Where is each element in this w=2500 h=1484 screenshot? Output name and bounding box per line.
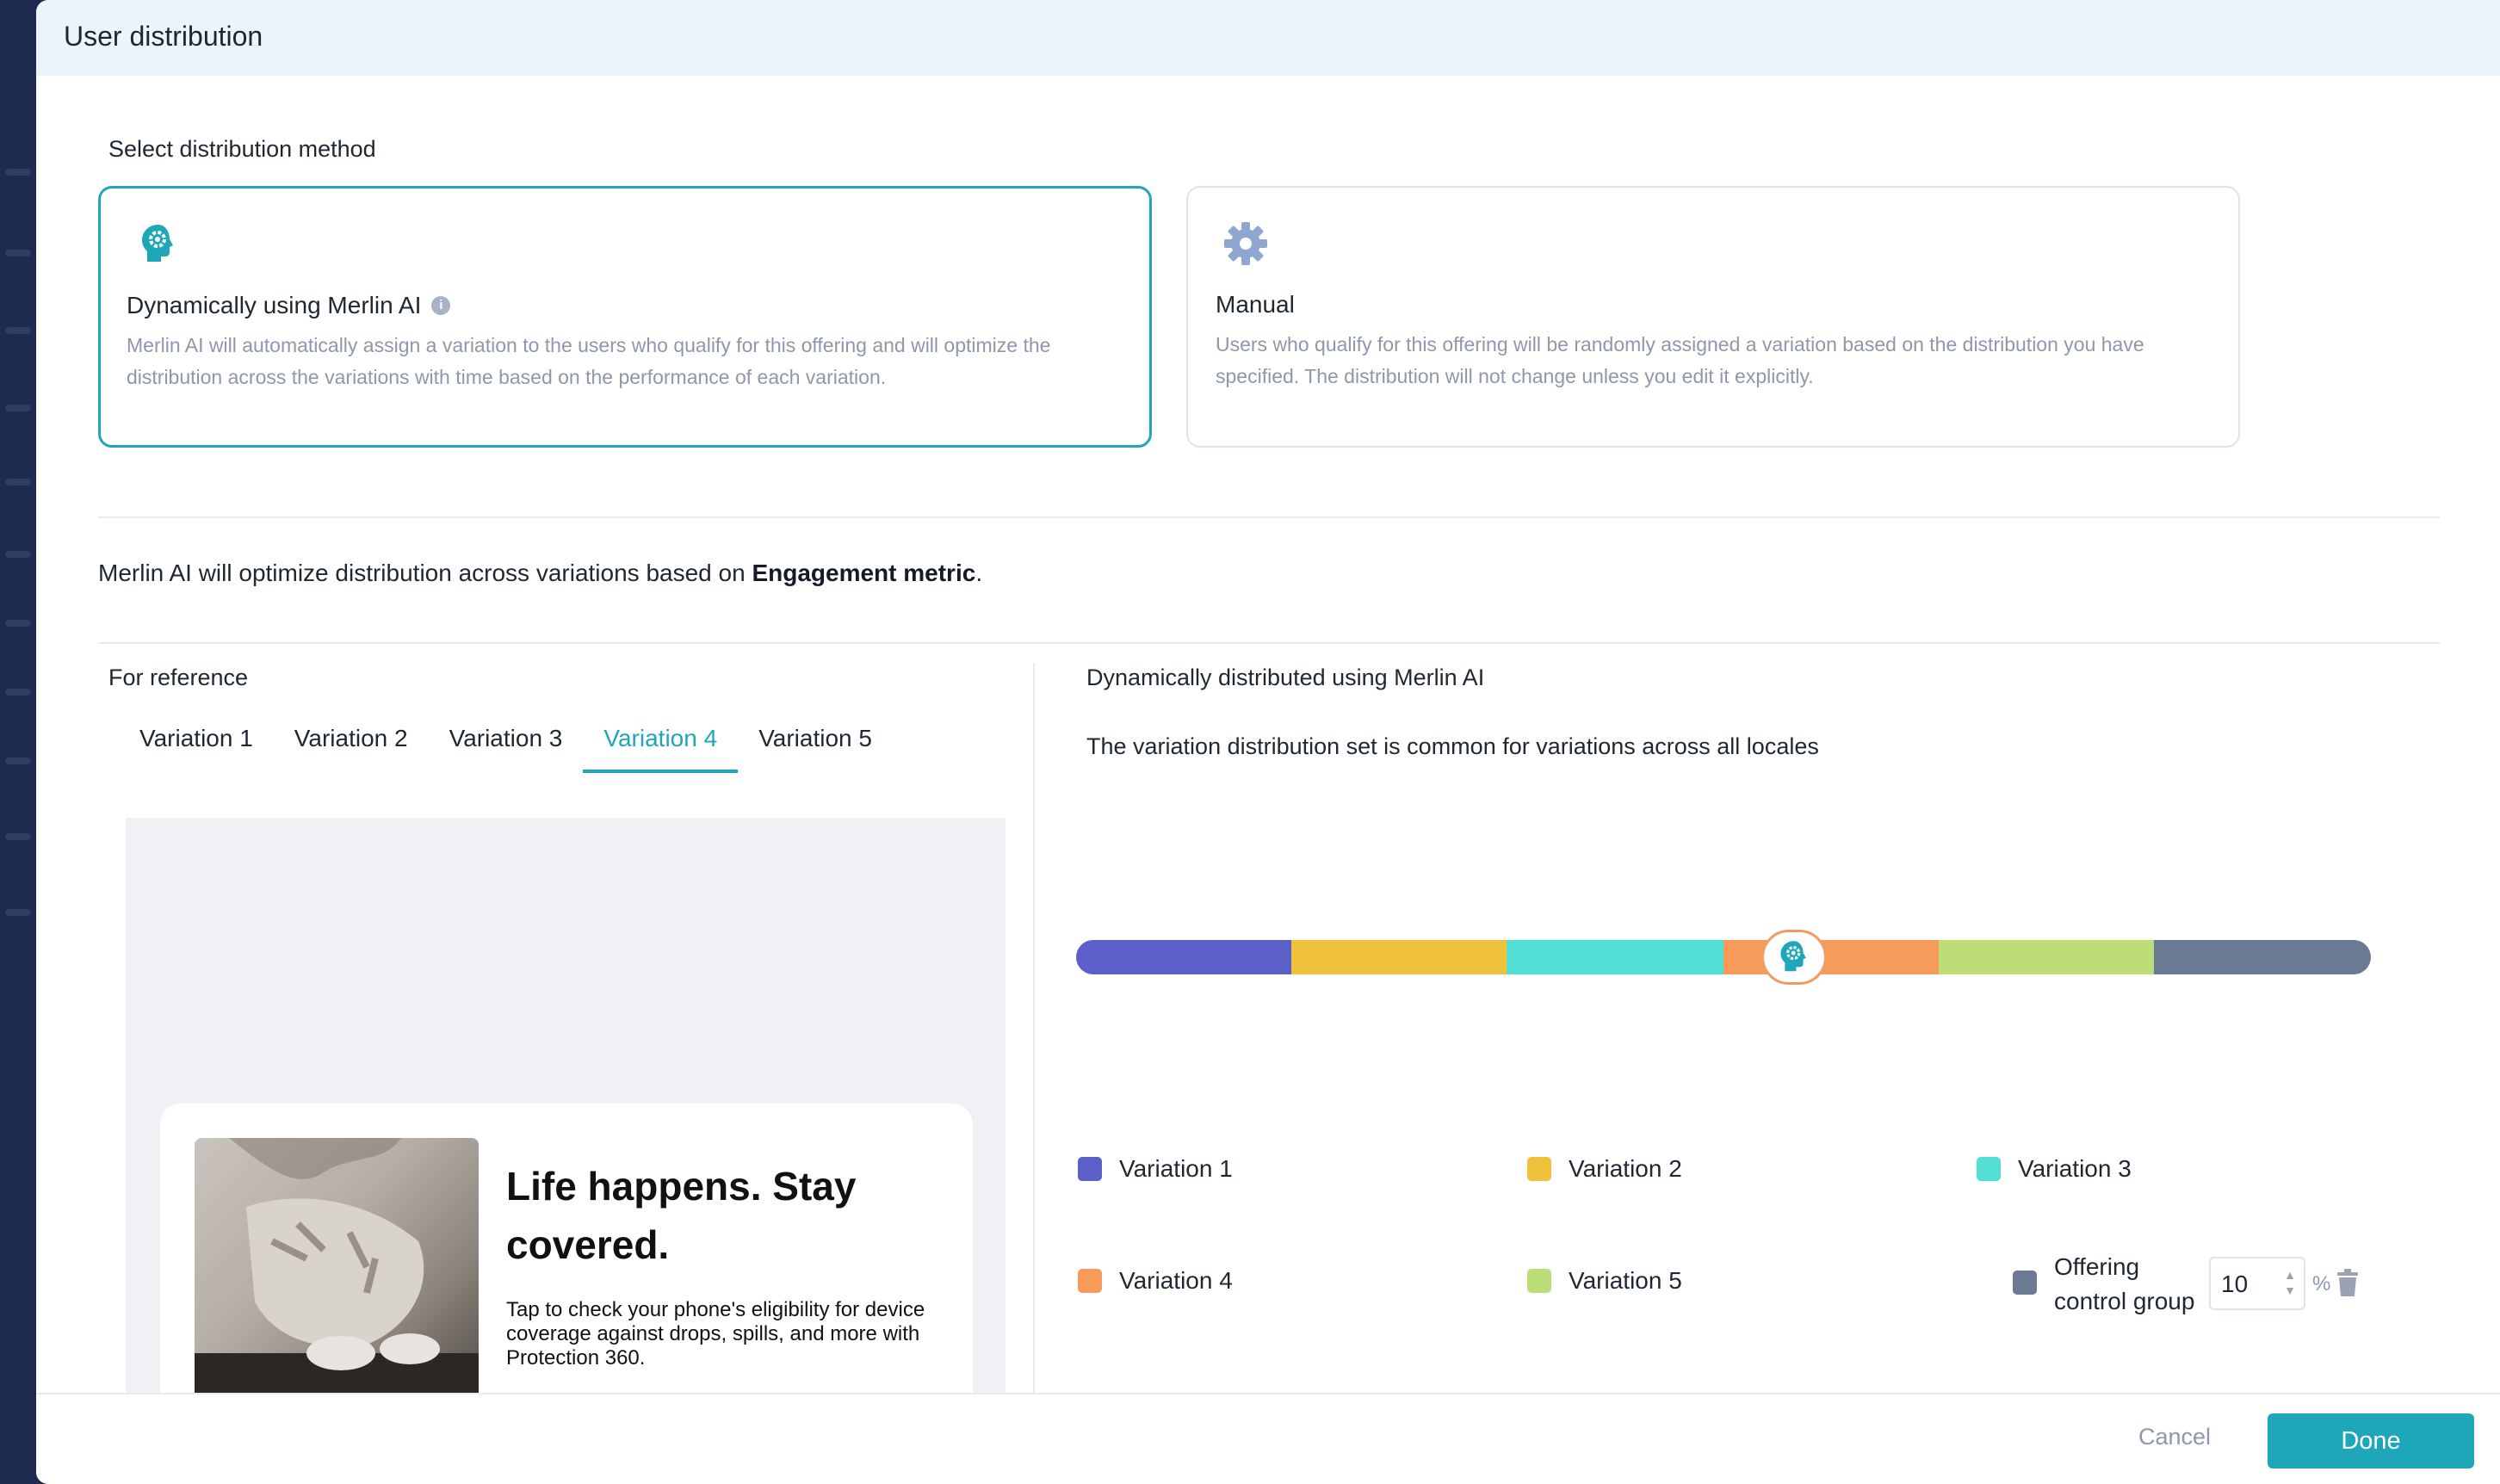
legend-swatch [1527, 1269, 1551, 1293]
cat-photo [195, 1138, 479, 1394]
bar-segment-control-group [2154, 940, 2371, 974]
metric-name: Engagement metric [752, 560, 976, 586]
merlin-ai-option-description: Merlin AI will automatically assign a va… [127, 334, 1051, 388]
backdrop-nav-item [5, 833, 31, 840]
section-divider [98, 516, 2440, 518]
backdrop-nav-item [5, 757, 31, 764]
cancel-button[interactable]: Cancel [2138, 1424, 2211, 1450]
done-button[interactable]: Done [2268, 1413, 2474, 1469]
distribution-method-label: Select distribution method [108, 136, 376, 162]
variation-tabs: Variation 1 Variation 2 Variation 3 Vari… [119, 720, 893, 773]
modal-header: User distribution [36, 0, 2500, 76]
user-distribution-modal: User distribution Select distribution me… [36, 0, 2500, 1484]
manual-option-title: Manual [1216, 291, 1295, 318]
tab-variation-1[interactable]: Variation 1 [119, 720, 274, 773]
metric-line-suffix: . [975, 560, 983, 586]
promo-headline: Life happens. Stay covered. [506, 1164, 857, 1267]
tab-variation-5[interactable]: Variation 5 [738, 720, 893, 773]
bar-segment-variation-1 [1076, 940, 1291, 974]
control-group-label: Offering control group [2054, 1253, 2195, 1314]
backdrop-nav-item [5, 479, 31, 485]
backdrop-nav-item [5, 689, 31, 696]
metric-line-prefix: Merlin AI will optimize distribution acr… [98, 560, 752, 586]
promo-card: Life happens. Stay covered. Tap to check… [160, 1104, 973, 1394]
column-divider [1033, 663, 1035, 1394]
legend-variation-2: Variation 2 [1527, 1155, 1682, 1183]
dynamic-distribution-label: Dynamically distributed using Merlin AI [1086, 665, 1485, 690]
distribution-note: The variation distribution set is common… [1086, 733, 1819, 759]
legend-swatch [1078, 1269, 1102, 1293]
manual-option-card[interactable]: Manual Users who qualify for this offeri… [1186, 186, 2240, 448]
stepper-icon[interactable]: ▲ ▼ [2283, 1267, 2297, 1302]
distribution-bar [1076, 940, 2371, 974]
info-icon[interactable]: i [431, 296, 451, 315]
legend-label: Variation 4 [1119, 1267, 1233, 1294]
gear-icon [1224, 222, 1267, 265]
merlin-ai-head-icon [1780, 941, 1806, 972]
cat-photo-illustration [195, 1138, 479, 1394]
optimization-metric-text: Merlin AI will optimize distribution acr… [98, 560, 982, 587]
backdrop-nav-item [5, 327, 31, 334]
distribution-handle[interactable] [1761, 930, 1827, 985]
tab-variation-2[interactable]: Variation 2 [274, 720, 429, 773]
legend-swatch [2013, 1271, 2037, 1295]
merlin-ai-head-icon [142, 225, 173, 262]
promo-body: Tap to check your phone's eligibility fo… [506, 1298, 925, 1370]
tab-variation-4[interactable]: Variation 4 [583, 720, 739, 773]
bar-segment-variation-2 [1291, 940, 1507, 974]
backdrop-nav-item [5, 551, 31, 558]
variation-preview: Life happens. Stay covered. Tap to check… [126, 818, 1006, 1394]
merlin-ai-option-card[interactable]: Dynamically using Merlin AI i Merlin AI … [98, 186, 1152, 448]
trash-icon[interactable] [2336, 1269, 2359, 1296]
legend-variation-4: Variation 4 [1078, 1267, 1233, 1295]
control-group-percent-input[interactable]: 10 ▲ ▼ [2209, 1257, 2305, 1310]
legend-variation-1: Variation 1 [1078, 1155, 1233, 1183]
legend-label: Variation 5 [1569, 1267, 1682, 1294]
bar-segment-variation-3 [1507, 940, 1723, 974]
backdrop-nav-item [5, 620, 31, 627]
legend-variation-3: Variation 3 [1977, 1155, 2132, 1183]
section-divider [98, 642, 2440, 644]
tab-variation-3[interactable]: Variation 3 [429, 720, 584, 773]
legend-variation-5: Variation 5 [1527, 1267, 1682, 1295]
legend-swatch [1527, 1157, 1551, 1181]
merlin-ai-option-title: Dynamically using Merlin AI i [127, 292, 451, 319]
backdrop-nav-item [5, 250, 31, 257]
legend-label: Variation 1 [1119, 1155, 1233, 1182]
legend-swatch [1977, 1157, 2001, 1181]
reference-label: For reference [108, 665, 249, 690]
percent-unit: % [2312, 1272, 2331, 1295]
legend-label: Variation 2 [1569, 1155, 1682, 1182]
backdrop-nav-item [5, 169, 31, 176]
backdrop-nav-item [5, 405, 31, 411]
control-group-percent-value: 10 [2221, 1271, 2249, 1297]
backdrop-nav-item [5, 909, 31, 916]
bar-segment-variation-5 [1939, 940, 2154, 974]
modal-title: User distribution [64, 21, 263, 52]
legend-swatch [1078, 1157, 1102, 1181]
merlin-ai-option-title-text: Dynamically using Merlin AI [127, 292, 422, 318]
modal-footer: Cancel Done [36, 1393, 2500, 1484]
legend-label: Variation 3 [2018, 1155, 2132, 1182]
manual-option-description: Users who qualify for this offering will… [1216, 333, 2144, 387]
bar-segment-variation-4 [1723, 940, 1939, 974]
